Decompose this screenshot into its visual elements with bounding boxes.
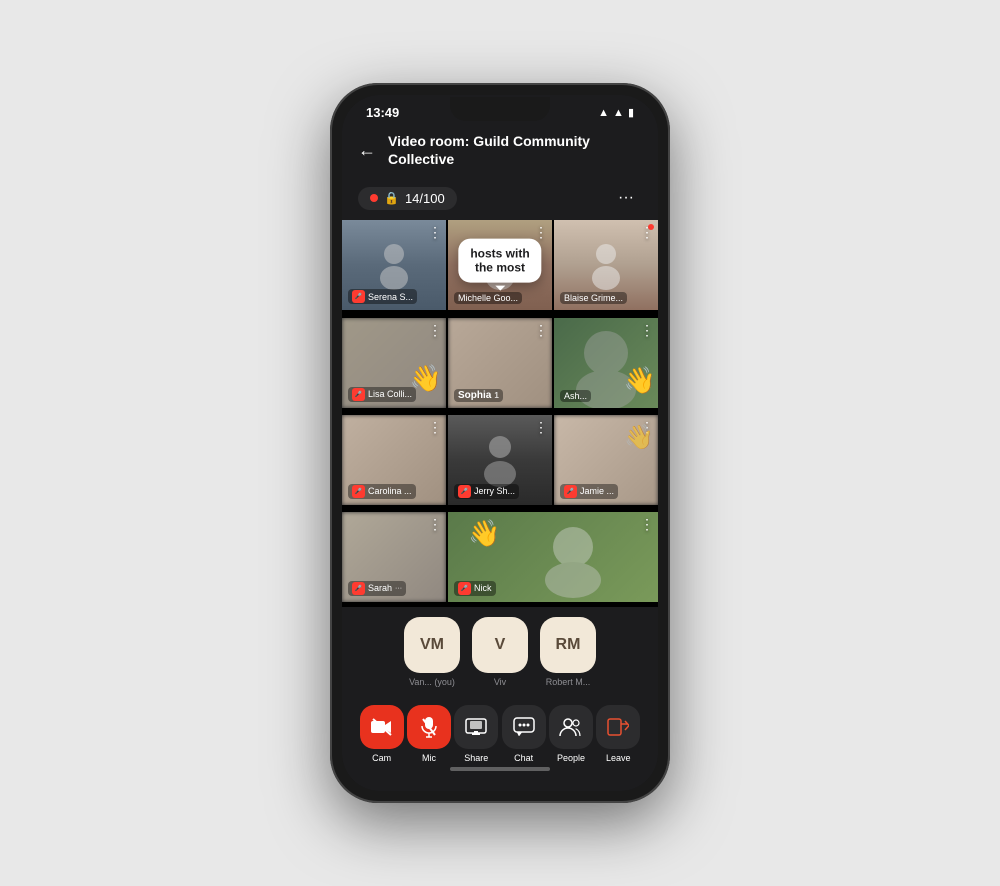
leave-btn-bg [596,705,640,749]
cell-menu-lisa[interactable]: ⋮ [428,322,442,339]
chat-icon [513,717,535,737]
mute-icon-serena: 🎤 [352,290,365,303]
chat-button[interactable]: Chat [502,705,546,763]
lock-icon: 🔒 [384,191,399,205]
chat-label: Chat [514,753,533,763]
leave-icon [607,718,629,736]
cell-name-blaise: Blaise Grime... [560,292,627,304]
cell-name-michelle: Michelle Goo... [454,292,522,304]
cam-label: Cam [372,753,391,763]
room-title: Video room: Guild Community Collective [388,132,642,168]
cell-name-jerry: 🎤 Jerry Sh... [454,484,519,499]
notch [450,97,550,121]
mute-icon-sarah: 🎤 [352,582,365,595]
audience-item-vm[interactable]: VM Van... (you) [404,617,460,687]
audience-item-v[interactable]: V Viv [472,617,528,687]
controls-row: Cam Mic [358,705,642,763]
room-info-bar: 🔒 14/100 ··· [342,176,658,220]
cell-menu-blaise[interactable]: ⋮ [640,224,654,241]
audience-name-v: Viv [494,677,506,687]
audience-avatar-vm: VM [404,617,460,673]
phone-frame: 13:49 ▲ ▲ ▮ ← Video room: Guild Communit… [330,83,670,803]
mute-icon-carolina: 🎤 [352,485,365,498]
cell-name-carolina: 🎤 Carolina ... [348,484,416,499]
audience-avatars: VM Van... (you) V Viv RM Robert M... [358,617,642,687]
mute-icon-nick: 🎤 [458,582,471,595]
people-button[interactable]: People [549,705,593,763]
ellipsis-icon: ··· [618,189,634,207]
audience-avatar-v: V [472,617,528,673]
audience-name-vm: Van... (you) [409,677,455,687]
mic-btn-bg [407,705,451,749]
live-indicator [370,194,378,202]
video-cell-sophia[interactable]: ⋮ Sophia 1 [448,318,552,408]
mic-button[interactable]: Mic [407,705,451,763]
share-button[interactable]: Share [454,705,498,763]
people-label: People [557,753,585,763]
mic-label: Mic [422,753,436,763]
status-time: 13:49 [366,105,399,120]
status-icons: ▲ ▲ ▮ [598,106,634,119]
video-cell-sarah[interactable]: ⋮ 🎤 Sarah ··· [342,512,446,602]
video-cell-nick[interactable]: 👋 ⋮ 🎤 Nick [448,512,658,602]
leave-label: Leave [606,753,631,763]
cell-name-jamie: 🎤 Jamie ... [560,484,618,499]
mic-icon [420,716,438,738]
cell-menu-sophia[interactable]: ⋮ [534,322,548,339]
video-cell-serena[interactable]: ⋮ 🎤 Serena S... [342,220,446,310]
cam-icon [371,718,393,736]
room-more-button[interactable]: ··· [610,182,642,214]
cell-name-ash: Ash... [560,390,591,402]
cell-menu-jamie[interactable]: ⋮ [640,419,654,436]
signal-icon: ▲ [613,107,624,119]
mute-icon-jerry: 🎤 [458,485,471,498]
participant-count: 🔒 14/100 [358,187,457,210]
cell-menu-ash[interactable]: ⋮ [640,322,654,339]
wifi-icon: ▲ [598,107,609,119]
video-cell-ash[interactable]: 👋 ⋮ Ash... [554,318,658,408]
cell-menu-serena[interactable]: ⋮ [428,224,442,241]
leave-button[interactable]: Leave [596,705,640,763]
cam-button[interactable]: Cam [360,705,404,763]
control-bar: Cam Mic [342,697,658,791]
home-indicator [450,767,550,771]
audience-avatar-rm: RM [540,617,596,673]
count-text: 14/100 [405,191,445,206]
share-btn-bg [454,705,498,749]
audience-bar: VM Van... (you) V Viv RM Robert M... [342,607,658,697]
cell-menu-sarah[interactable]: ⋮ [428,516,442,533]
battery-icon: ▮ [628,106,634,119]
people-btn-bg [549,705,593,749]
cell-menu-carolina[interactable]: ⋮ [428,419,442,436]
cell-menu-michelle[interactable]: ⋮ [534,224,548,241]
mute-icon-lisa: 🎤 [352,388,365,401]
video-cell-jerry[interactable]: ⋮ 🎤 Jerry Sh... [448,415,552,505]
chat-btn-bg [502,705,546,749]
people-icon [559,717,583,737]
cell-name-sarah: 🎤 Sarah ··· [348,581,406,596]
share-label: Share [464,753,488,763]
cell-name-serena: 🎤 Serena S... [348,289,417,304]
phone-screen: 13:49 ▲ ▲ ▮ ← Video room: Guild Communit… [342,95,658,791]
audience-item-rm[interactable]: RM Robert M... [540,617,596,687]
audience-name-rm: Robert M... [546,677,591,687]
cam-btn-bg [360,705,404,749]
video-grid: ⋮ 🎤 Serena S... hosts withthe most ⋮ Mic… [342,220,658,607]
cell-menu-jerry[interactable]: ⋮ [534,419,548,436]
video-cell-carolina[interactable]: ⋮ 🎤 Carolina ... [342,415,446,505]
room-header: ← Video room: Guild Community Collective [342,124,658,176]
video-cell-blaise[interactable]: ⋮ Blaise Grime... [554,220,658,310]
hosts-tooltip: hosts withthe most [458,239,541,283]
cell-name-sophia: Sophia 1 [454,389,503,402]
share-icon [465,718,487,736]
video-cell-michelle[interactable]: hosts withthe most ⋮ Michelle Goo... [448,220,552,310]
video-cell-lisa[interactable]: 👋 ⋮ 🎤 Lisa Colli... [342,318,446,408]
video-cell-jamie[interactable]: 👋 ⋮ 🎤 Jamie ... [554,415,658,505]
back-button[interactable]: ← [358,140,376,161]
mute-icon-jamie: 🎤 [564,485,577,498]
cell-name-nick: 🎤 Nick [454,581,496,596]
cell-menu-nick[interactable]: ⋮ [640,516,654,533]
cell-name-lisa: 🎤 Lisa Colli... [348,387,416,402]
